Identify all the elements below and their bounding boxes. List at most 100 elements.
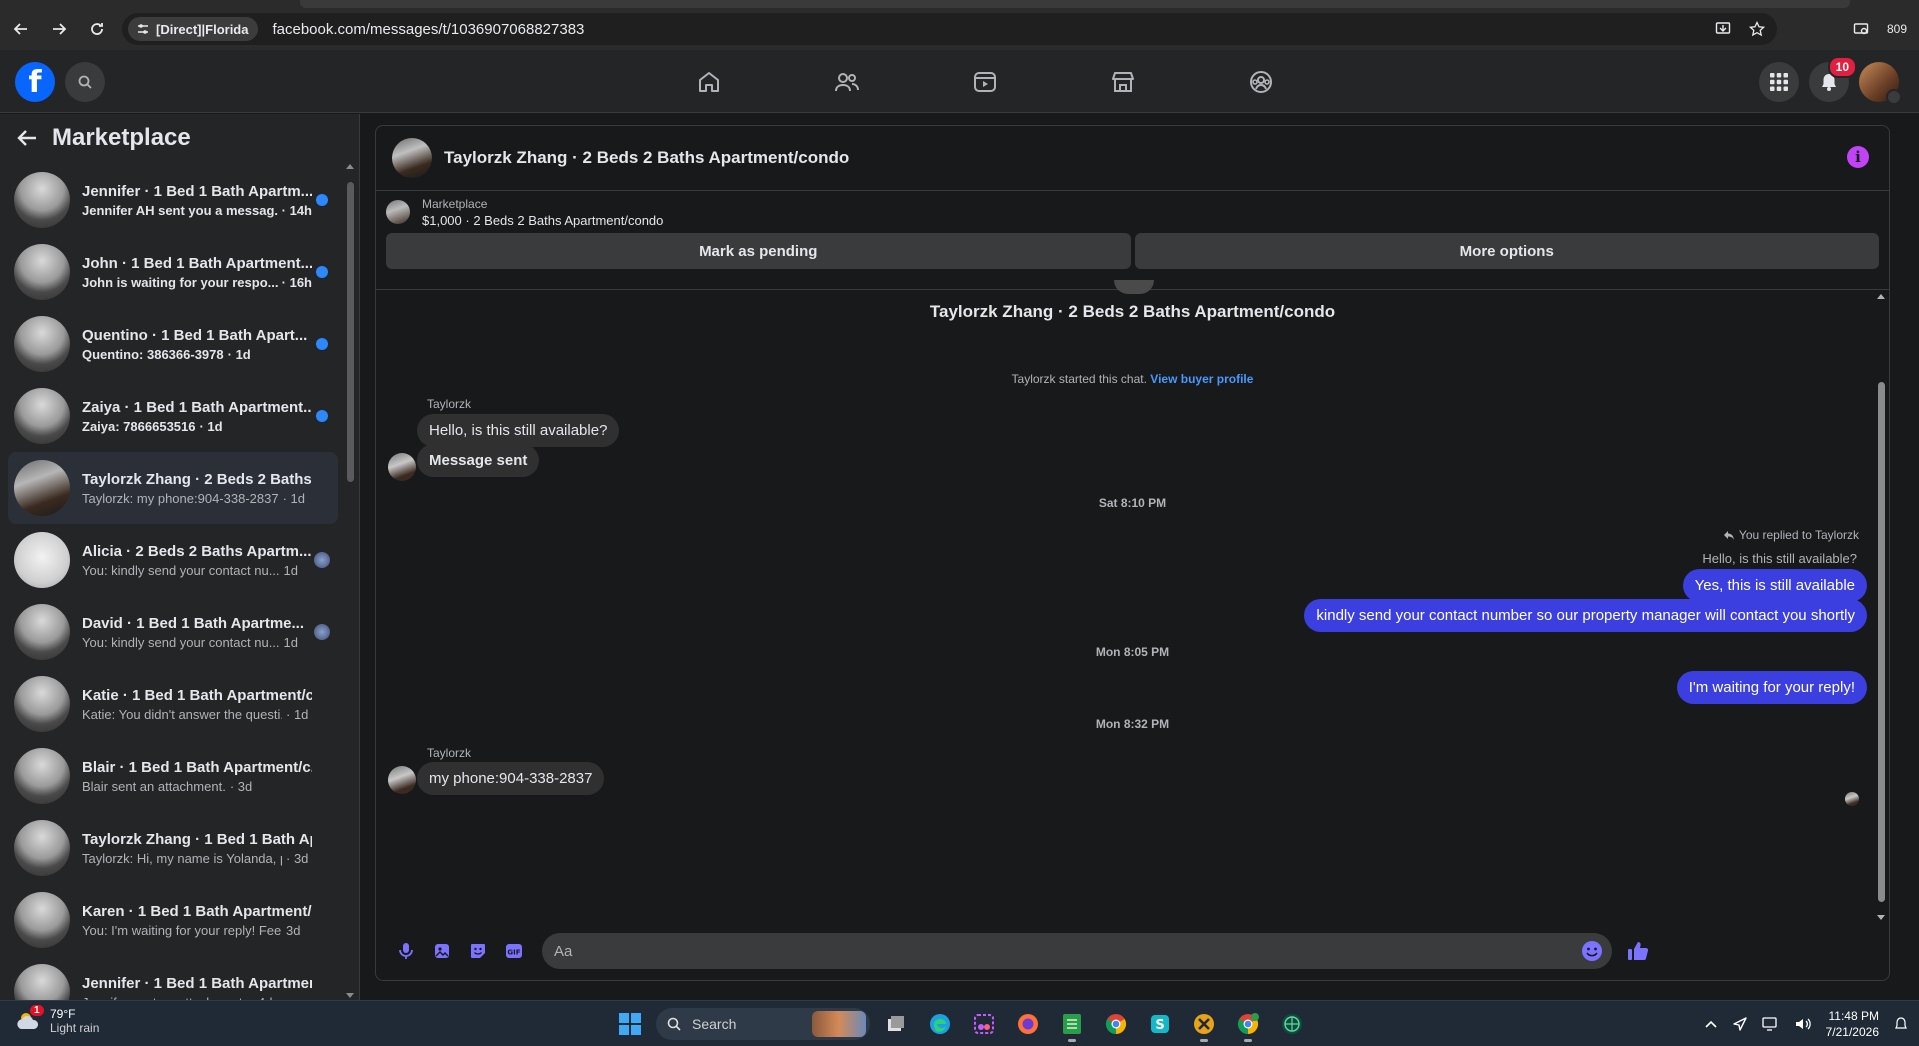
address-bar[interactable]: [Direct]|Florida facebook.com/messages/t…: [122, 13, 1777, 45]
mark-pending-button[interactable]: Mark as pending: [386, 233, 1131, 269]
message-scrollbar[interactable]: [1875, 292, 1887, 922]
sticker-button[interactable]: [460, 933, 496, 969]
listing-actions: Mark as pending More options: [376, 233, 1889, 269]
incoming-message[interactable]: my phone:904-338-2837: [417, 762, 605, 795]
conversation-item[interactable]: Jennifer · 1 Bed 1 Bath Apartm... Jennife…: [8, 164, 338, 236]
conversation-name: Zaiya · 1 Bed 1 Bath Apartment...: [82, 398, 312, 416]
incoming-message[interactable]: Message sent: [417, 444, 540, 477]
groups-icon: [1250, 70, 1272, 93]
x-app-icon: [1194, 1014, 1214, 1034]
message-input[interactable]: Aa: [542, 933, 1612, 969]
active-tab[interactable]: [300, 0, 1850, 8]
like-button[interactable]: [1620, 933, 1656, 969]
reload-button[interactable]: [80, 12, 114, 46]
site-chip-label: [Direct]|Florida: [156, 21, 249, 37]
conversation-name: John · 1 Bed 1 Bath Apartment...: [82, 254, 312, 272]
conversation-time: · 1d: [199, 418, 223, 434]
nav-groups[interactable]: [1192, 50, 1330, 113]
extension-count[interactable]: 809: [1887, 22, 1907, 36]
sender-avatar[interactable]: [388, 766, 416, 794]
chevron-up-icon[interactable]: [1704, 1017, 1718, 1031]
notification-center-icon[interactable]: [1893, 1016, 1909, 1032]
conversation-item[interactable]: Blair · 1 Bed 1 Bath Apartment/c... Blair…: [8, 740, 338, 812]
firefox-app[interactable]: [1010, 1006, 1046, 1042]
network-icon[interactable]: [1761, 1016, 1780, 1032]
info-icon[interactable]: i: [1847, 146, 1869, 168]
back-arrow-icon[interactable]: [16, 127, 38, 149]
conversation-name: Blair · 1 Bed 1 Bath Apartment/c...: [82, 758, 312, 776]
conversation-item[interactable]: Katie · 1 Bed 1 Bath Apartment/c... Katie…: [8, 668, 338, 740]
quoted-message[interactable]: Hello, is this still available?: [1702, 551, 1857, 566]
volume-icon[interactable]: [1794, 1016, 1812, 1032]
scrollbar-thumb[interactable]: [1878, 382, 1885, 902]
cast-icon[interactable]: [1853, 21, 1869, 37]
nav-friends[interactable]: [778, 50, 916, 113]
emoji-icon[interactable]: [1580, 939, 1604, 963]
conversation-item[interactable]: Zaiya · 1 Bed 1 Bath Apartment... Zaiya: …: [8, 380, 338, 452]
edge-app[interactable]: [922, 1006, 958, 1042]
nav-marketplace[interactable]: [1054, 50, 1192, 113]
task-view-button[interactable]: [878, 1006, 914, 1042]
marketplace-icon: [1112, 71, 1134, 92]
view-buyer-profile-link[interactable]: View buyer profile: [1150, 372, 1253, 386]
conversation-item[interactable]: Taylorzk Zhang · 1 Bed 1 Bath Ap... Taylo…: [8, 812, 338, 884]
conversation-item[interactable]: Karen · 1 Bed 1 Bath Apartment/... You: I…: [8, 884, 338, 956]
voice-clip-button[interactable]: [388, 933, 424, 969]
listing-bar[interactable]: Marketplace $1,000 · 2 Beds 2 Baths Apar…: [376, 191, 1889, 233]
more-options-button[interactable]: More options: [1134, 233, 1879, 269]
nav-video[interactable]: [916, 50, 1054, 113]
app-s[interactable]: S: [1142, 1006, 1178, 1042]
attach-photo-button[interactable]: [424, 933, 460, 969]
taskbar-clock[interactable]: 11:48 PM 7/21/2026: [1826, 1008, 1879, 1040]
location-icon[interactable]: [1732, 1016, 1748, 1032]
start-button[interactable]: [612, 1006, 648, 1042]
nav-home[interactable]: [640, 50, 778, 113]
conversation-item[interactable]: David · 1 Bed 1 Bath Apartme... You: kind…: [8, 596, 338, 668]
weather-icon: 1: [14, 1005, 44, 1035]
account-avatar[interactable]: [1859, 62, 1902, 105]
sidebar-scrollbar[interactable]: [345, 162, 355, 1000]
message-area: Taylorzk Zhang · 2 Beds 2 Baths Apartmen…: [376, 280, 1889, 923]
snipping-tool-app[interactable]: [966, 1006, 1002, 1042]
weather-widget[interactable]: 1 79°F Light rain: [14, 1005, 99, 1035]
conversation-item[interactable]: John · 1 Bed 1 Bath Apartment... John is …: [8, 236, 338, 308]
outgoing-message[interactable]: I'm waiting for your reply!: [1676, 671, 1867, 704]
search-button[interactable]: [65, 62, 105, 102]
site-info-chip[interactable]: [Direct]|Florida: [128, 17, 259, 41]
conversation-avatar: [14, 316, 70, 372]
scrollbar-thumb[interactable]: [347, 182, 354, 482]
sender-avatar[interactable]: [388, 453, 416, 481]
chat-title[interactable]: Taylorzk Zhang · 2 Beds 2 Baths Apartmen…: [444, 148, 849, 168]
bookmark-star-icon[interactable]: [1749, 21, 1765, 37]
back-button[interactable]: [4, 12, 38, 46]
facebook-logo[interactable]: f: [15, 62, 55, 102]
app-x[interactable]: [1186, 1006, 1222, 1042]
incoming-message[interactable]: Hello, is this still available?: [417, 414, 620, 447]
read-receipt-avatar: [1845, 792, 1859, 806]
gif-button[interactable]: GIF: [496, 933, 532, 969]
url-text[interactable]: facebook.com/messages/t/1036907068827383: [272, 21, 584, 38]
outgoing-message[interactable]: kindly send your contact number so our p…: [1304, 599, 1867, 632]
menu-button[interactable]: [1759, 62, 1799, 102]
conversation-snippet: Blair sent an attachment.: [82, 778, 226, 794]
spreadsheet-app[interactable]: [1054, 1006, 1090, 1042]
notification-badge: 10: [1827, 56, 1857, 78]
chrome-app[interactable]: [1098, 1006, 1134, 1042]
unread-dot: [316, 194, 328, 206]
conversation-item[interactable]: Alicia · 2 Beds 2 Baths Apartm... You: ki…: [8, 524, 338, 596]
forward-button[interactable]: [42, 12, 76, 46]
install-app-icon[interactable]: [1715, 21, 1731, 37]
chrome-icon: [1237, 1013, 1259, 1035]
outgoing-message[interactable]: Yes, this is still available: [1682, 569, 1867, 602]
conversation-avatar: [14, 892, 70, 948]
browser-toolbar: [Direct]|Florida facebook.com/messages/t…: [0, 8, 1919, 50]
conversation-item[interactable]: Quentino · 1 Bed 1 Bath Apart... Quentino…: [8, 308, 338, 380]
message-timestamp: Mon 8:32 PM: [1095, 717, 1170, 731]
conversation-item[interactable]: Jennifer · 1 Bed 1 Bath Apartmen...Jenni…: [8, 956, 338, 1000]
chrome-profile-app[interactable]: [1230, 1006, 1266, 1042]
app-809[interactable]: [1274, 1006, 1310, 1042]
conversation-item[interactable]: Taylorzk Zhang · 2 Beds 2 Baths ... Taylo…: [8, 452, 338, 524]
notifications-button[interactable]: 10: [1809, 56, 1857, 102]
taskbar-search[interactable]: Search: [656, 1008, 870, 1040]
contact-avatar[interactable]: [392, 138, 432, 178]
